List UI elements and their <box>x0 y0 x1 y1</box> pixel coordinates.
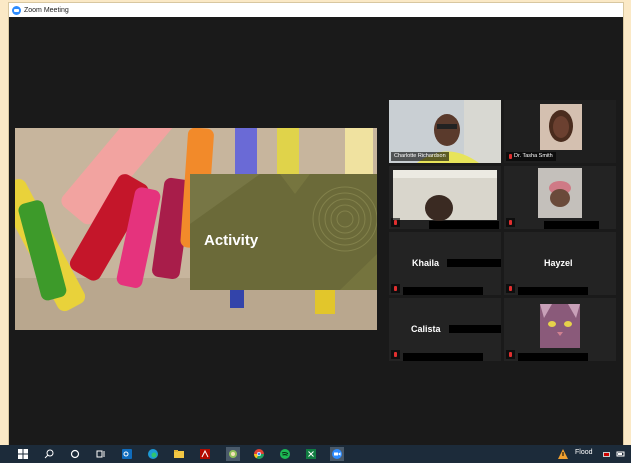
zoom-icon[interactable] <box>330 447 344 461</box>
zoom-logo-icon <box>12 5 21 15</box>
redaction-bar <box>429 221 499 229</box>
participant-tile-tasha[interactable]: Dr. Tasha Smith <box>504 100 616 163</box>
slide-arcs-decoration <box>312 186 377 252</box>
participant-name-tag: Charlotte Richardson <box>391 152 449 161</box>
participant-tile-hayzel[interactable]: Hayzel <box>504 232 616 295</box>
muted-mic-icon <box>509 286 512 291</box>
activity-slide-card: Activity <box>190 174 377 290</box>
video-feed <box>389 166 501 229</box>
muted-mic-icon <box>394 286 397 291</box>
cortana-icon[interactable] <box>68 447 82 461</box>
participant-tile-khaila[interactable]: Khaila <box>389 232 501 295</box>
cat-avatar-image <box>504 298 616 361</box>
participant-name-tag <box>506 218 515 227</box>
windows-start-icon[interactable] <box>16 447 30 461</box>
battery-icon[interactable] <box>614 447 628 461</box>
participant-display-name: Khaila <box>412 258 440 268</box>
weather-alert-icon[interactable] <box>556 447 570 461</box>
muted-mic-icon <box>509 352 512 357</box>
participant-tile-4[interactable] <box>504 166 616 229</box>
muted-mic-icon <box>394 352 397 357</box>
excel-icon[interactable] <box>304 447 318 461</box>
edge-icon[interactable] <box>146 447 160 461</box>
participant-name-tag <box>506 284 515 293</box>
chrome-icon[interactable] <box>252 447 266 461</box>
participant-tile-8[interactable] <box>504 298 616 361</box>
participant-tile-calista[interactable]: Calista <box>389 298 501 361</box>
redaction-bar <box>518 287 588 295</box>
zoom-window: Zoom Meeting Activity Charlotte Richards… <box>9 3 623 445</box>
shared-screen: Activity <box>15 128 377 330</box>
redaction-bar <box>447 259 501 267</box>
video-feed <box>504 166 616 229</box>
participant-tile-3[interactable] <box>389 166 501 229</box>
redaction-bar <box>403 287 483 295</box>
title-bar[interactable]: Zoom Meeting <box>9 3 623 17</box>
slide-title: Activity <box>204 232 259 249</box>
taskbar: Flood <box>0 445 631 463</box>
muted-mic-icon <box>509 154 512 159</box>
participant-name-tag <box>506 350 515 359</box>
photos-icon[interactable] <box>226 447 240 461</box>
search-icon[interactable] <box>42 447 56 461</box>
muted-mic-icon <box>509 220 512 225</box>
redaction-bar <box>518 353 588 361</box>
redaction-bar <box>544 221 599 229</box>
participant-tile-charlotte[interactable]: Charlotte Richardson <box>389 100 501 163</box>
network-icon[interactable] <box>600 447 614 461</box>
acrobat-icon[interactable] <box>198 447 212 461</box>
file-explorer-icon[interactable] <box>172 447 186 461</box>
participant-display-name: Hayzel <box>544 258 573 268</box>
participant-display-name: Calista <box>411 324 441 334</box>
weather-label[interactable]: Flood <box>575 449 593 456</box>
outlook-icon[interactable] <box>120 447 134 461</box>
redaction-bar <box>449 325 501 333</box>
participant-name-tag <box>391 350 400 359</box>
spotify-icon[interactable] <box>278 447 292 461</box>
redaction-bar <box>403 353 483 361</box>
muted-mic-icon <box>394 220 397 225</box>
participant-name-tag: Dr. Tasha Smith <box>506 152 556 161</box>
window-title: Zoom Meeting <box>24 6 69 14</box>
task-view-icon[interactable] <box>94 447 108 461</box>
participant-name-tag <box>391 284 400 293</box>
participant-name-tag <box>391 218 400 227</box>
